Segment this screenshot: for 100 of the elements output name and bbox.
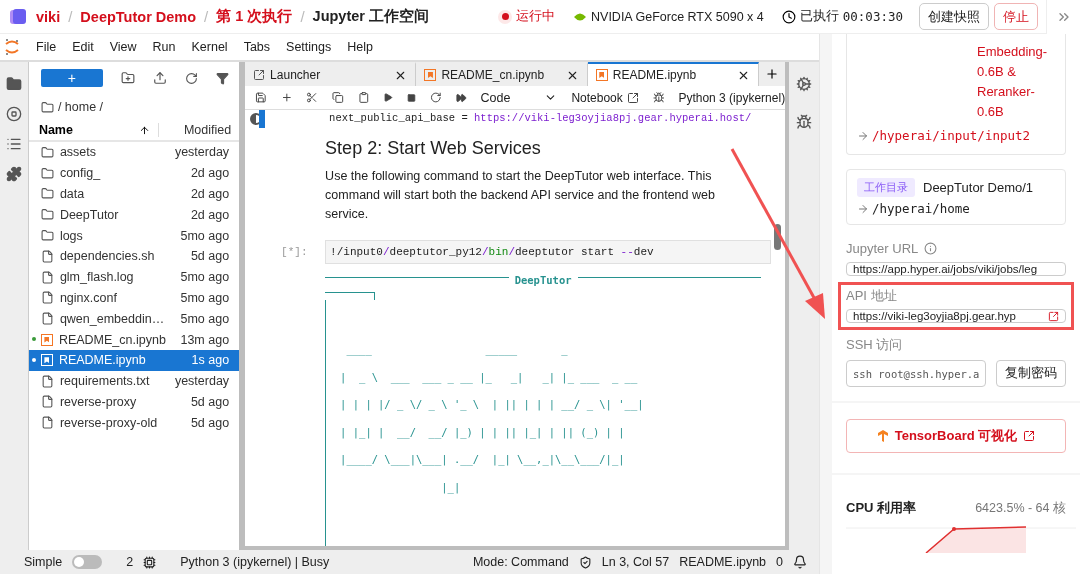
mode-label: Simple [24,555,63,569]
menu-item[interactable]: Edit [64,40,102,54]
file-name: nginx.conf [59,290,118,305]
model-name: 0.6B & [977,63,1017,81]
puzzle-icon[interactable] [5,166,22,182]
modified-time: 13m ago [180,332,231,347]
paste-icon[interactable] [357,91,370,104]
cut-icon[interactable] [306,91,319,104]
modified-time: 5mo ago [180,311,231,326]
mount-path: /hyperai/input/input2 [872,127,1031,145]
bug-icon[interactable] [796,114,813,130]
tensorboard-button[interactable]: TensorBoard 可视化 [846,419,1066,453]
current-path[interactable]: / home / [57,100,104,114]
kernel-status[interactable]: Python 3 (ipykernel) | Busy [180,555,330,569]
terminal-count: 2 [126,555,134,569]
stop-button[interactable]: 停止 [994,3,1038,30]
folder-icon[interactable] [5,76,22,92]
file-row[interactable]: reverse-proxy 5d ago [28,391,240,413]
kernel-name[interactable]: Python 3 (ipykernel) [678,90,786,105]
workdir-name: DeepTutor Demo/1 [923,180,1034,195]
folder-icon [40,166,54,180]
file-row[interactable]: README.ipynb 1s ago [28,349,240,371]
fast-forward-icon[interactable] [455,91,467,104]
run-icon[interactable] [383,92,394,103]
save-icon[interactable] [255,91,267,104]
api-url-field[interactable]: https://viki-leg3oyjia8pj.gear.hyp [846,309,1066,323]
scrollbar-thumb[interactable] [774,224,782,250]
modified-time: 5d ago [190,394,231,409]
bell-icon[interactable] [793,555,807,569]
filter-icon[interactable] [215,71,229,85]
breadcrumb-link[interactable]: DeepTutor Demo [80,8,197,25]
settings-icon[interactable] [796,76,813,92]
file-name: README.ipynb [58,353,147,368]
list-icon[interactable] [5,136,22,152]
file-name: assets [59,145,98,160]
field-label: Jupyter URL [846,241,919,256]
snapshot-button[interactable]: 创建快照 [919,3,989,30]
new-folder-icon[interactable] [120,71,135,85]
menu-item[interactable]: File [28,40,65,54]
file-row[interactable]: qwen_embeddin… 5mo ago [28,308,240,330]
file-row[interactable]: dependencies.sh 5d ago [28,246,240,267]
arrow-right-icon [857,130,869,142]
restart-icon[interactable] [430,91,442,104]
file-row[interactable]: config_ 2d ago [28,162,240,184]
file-name: reverse-proxy [59,394,138,409]
column-header[interactable]: Modified [159,123,240,137]
file-row[interactable]: nginx.conf 5mo ago [28,287,240,309]
folder-icon [40,208,54,222]
upload-icon[interactable] [152,71,167,85]
modified-time: 5mo ago [180,228,231,243]
file-row[interactable]: assets yesterday [28,142,240,163]
model-name: Reranker- [977,83,1035,101]
external-link-icon [1023,430,1036,442]
menu-item[interactable]: Settings [278,40,340,54]
notebook-link[interactable]: Notebook [571,90,623,105]
menu-item[interactable]: Kernel [183,40,236,54]
modified-time: yesterday [174,145,231,160]
stop-icon[interactable] [407,92,417,103]
border-corner [325,292,376,300]
file-row[interactable]: requirements.txt yesterday [28,370,240,392]
file-row[interactable]: data 2d ago [28,183,240,205]
add-cell-icon[interactable] [280,91,293,104]
file-row[interactable]: reverse-proxy-old 5d ago [28,412,240,434]
info-icon [924,242,938,255]
model-name: Embedding- [977,43,1048,61]
simple-toggle[interactable] [72,555,103,569]
cell-type-select[interactable]: Code [480,90,558,105]
menu-item[interactable]: Help [339,40,381,54]
modified-time: 5d ago [190,415,231,430]
breadcrumb-link[interactable]: 第 1 次执行 [216,7,293,26]
code-line: next_public_api_base = https://viki-leg3oyjia8pj.gear.hyperai.host/ [329,112,753,124]
logo-icon [8,6,28,27]
file-row[interactable]: logs 5mo ago [28,225,240,246]
file-row[interactable]: glm_flash.log 5mo ago [28,266,240,288]
refresh-icon[interactable] [184,71,198,85]
breadcrumb-link[interactable]: viki [36,8,61,25]
file-name: qwen_embeddin… [59,311,166,326]
file-icon [40,312,54,326]
file-name: dependencies.sh [59,249,156,264]
bug-icon[interactable] [652,91,665,104]
cursor-position[interactable]: Ln 3, Col 57 [601,555,670,569]
menu-item[interactable]: Tabs [235,40,279,54]
copy-password-button[interactable]: 复制密码 [996,360,1066,387]
menu-item[interactable]: View [101,40,145,54]
active-cell-bar [259,110,266,128]
copy-icon[interactable] [332,91,344,104]
code-cell[interactable]: !/input0/deeptutor_py12/bin/deeptutor start --dev [325,240,772,264]
column-header[interactable]: Name [38,123,73,137]
modified-time: yesterday [174,374,231,389]
ssh-command-field[interactable]: ssh root@ssh.hyper.a [846,360,986,387]
file-name: reverse-proxy-old [59,415,159,430]
new-launcher-button[interactable]: + [40,69,103,87]
file-row[interactable]: README_cn.ipynb 13m ago [28,329,240,350]
jupyter-url-field[interactable]: https://app.hyper.ai/jobs/viki/jobs/leg [846,262,1066,276]
external-link-icon[interactable] [1048,310,1059,322]
folder-icon [40,145,54,159]
document-tab[interactable]: README.ipynb [587,62,760,86]
menu-item[interactable]: Run [144,40,184,54]
stop-circle-icon[interactable] [5,106,22,122]
file-row[interactable]: DeepTutor 2d ago [28,204,240,226]
